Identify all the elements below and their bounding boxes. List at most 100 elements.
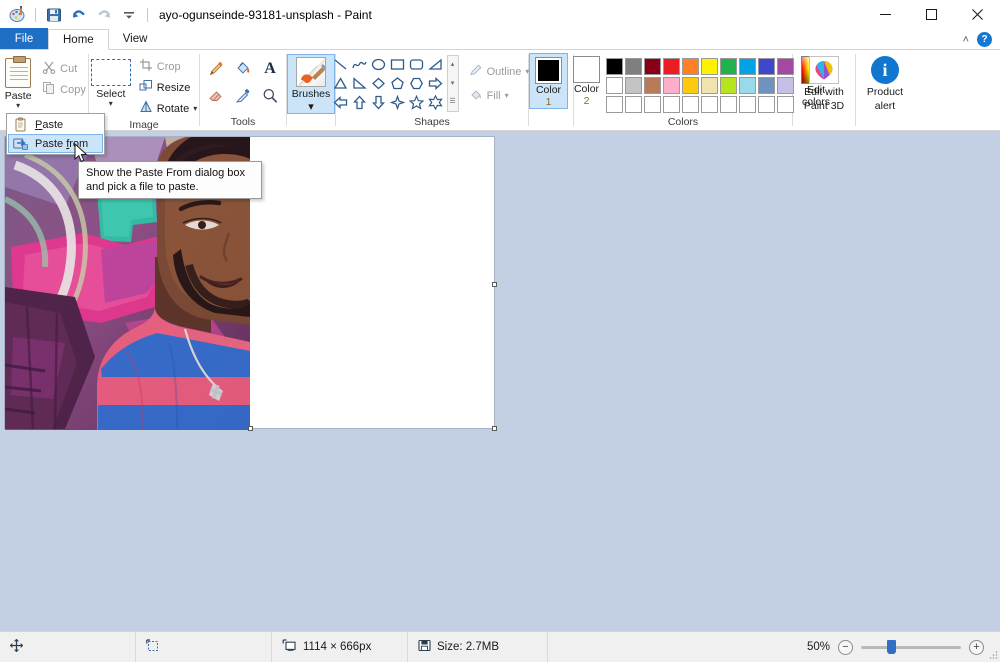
zoom-in-button[interactable]: + xyxy=(969,639,984,655)
scissors-icon xyxy=(42,60,56,77)
select-caret-icon[interactable]: ▾ xyxy=(109,100,113,108)
magnifier-tool-icon[interactable] xyxy=(257,83,283,109)
shape-line[interactable] xyxy=(331,55,350,74)
shape-right-arrow[interactable] xyxy=(426,74,445,93)
shape-diamond[interactable] xyxy=(369,74,388,93)
palette-swatch-1-4[interactable] xyxy=(662,57,681,76)
shapes-scroll-up-icon[interactable]: ▴ xyxy=(448,56,458,74)
brushes-button[interactable]: Brushes ▾ xyxy=(286,54,336,114)
shape-right-triangle[interactable] xyxy=(426,55,445,74)
resize-grip-icon[interactable] xyxy=(988,650,998,660)
shape-six-point-star[interactable] xyxy=(426,93,445,112)
shape-up-arrow[interactable] xyxy=(350,93,369,112)
fill-caret-icon[interactable]: ▾ xyxy=(505,91,509,100)
palette-swatch-1-1[interactable] xyxy=(605,57,624,76)
shapes-scrollbar[interactable]: ▴ ▾ ☰ xyxy=(446,55,459,112)
edit-with-paint3d-button[interactable]: Edit with Paint 3D xyxy=(800,53,848,113)
help-icon[interactable]: ? xyxy=(977,32,992,47)
brushes-caret-icon[interactable]: ▾ xyxy=(308,100,314,113)
shape-down-arrow[interactable] xyxy=(369,93,388,112)
pencil-tool-icon[interactable] xyxy=(203,56,229,82)
outline-button[interactable]: Outline ▾ xyxy=(465,61,534,82)
close-button[interactable] xyxy=(954,0,1000,29)
palette-swatch-1-2[interactable] xyxy=(624,57,643,76)
palette-swatch-3-7[interactable] xyxy=(719,95,738,114)
shape-triangle[interactable] xyxy=(331,74,350,93)
paste-caret-icon[interactable]: ▾ xyxy=(16,102,20,110)
canvas-resize-handle-right[interactable] xyxy=(492,282,497,287)
zoom-out-button[interactable]: − xyxy=(838,639,853,655)
palette-swatch-2-9[interactable] xyxy=(757,76,776,95)
palette-swatch-1-7[interactable] xyxy=(719,57,738,76)
eraser-tool-icon[interactable] xyxy=(203,83,229,109)
text-tool-icon[interactable]: A xyxy=(257,56,283,82)
copy-button[interactable]: Copy xyxy=(38,79,90,100)
menu-item-paste[interactable]: Paste xyxy=(8,115,103,134)
palette-swatch-3-5[interactable] xyxy=(681,95,700,114)
palette-swatch-3-9[interactable] xyxy=(757,95,776,114)
palette-swatch-2-4[interactable] xyxy=(662,76,681,95)
cut-button[interactable]: Cut xyxy=(38,58,90,79)
palette-swatch-1-8[interactable] xyxy=(738,57,757,76)
palette-swatch-3-2[interactable] xyxy=(624,95,643,114)
shape-four-point-star[interactable] xyxy=(388,93,407,112)
color-picker-tool-icon[interactable] xyxy=(230,83,256,109)
crop-button[interactable]: Crop xyxy=(135,56,201,77)
palette-swatch-2-6[interactable] xyxy=(700,76,719,95)
palette-swatch-2-2[interactable] xyxy=(624,76,643,95)
shape-pentagon[interactable] xyxy=(388,74,407,93)
shape-right-triangle-2[interactable] xyxy=(350,74,369,93)
minimize-button[interactable] xyxy=(862,0,908,29)
shape-rectangle[interactable] xyxy=(388,55,407,74)
tab-home[interactable]: Home xyxy=(48,29,109,50)
color2-button[interactable]: Color 2 xyxy=(568,53,605,107)
palette-swatch-3-1[interactable] xyxy=(605,95,624,114)
shape-oval[interactable] xyxy=(369,55,388,74)
rotate-button[interactable]: Rotate ▾ xyxy=(135,98,201,119)
shape-five-point-star[interactable] xyxy=(407,93,426,112)
customize-qat-icon[interactable] xyxy=(118,4,140,26)
palette-swatch-2-7[interactable] xyxy=(719,76,738,95)
ribbon-tab-strip: File Home View ˄ ? xyxy=(0,28,1000,50)
fill-with-color-tool-icon[interactable] xyxy=(230,56,256,82)
palette-swatch-3-6[interactable] xyxy=(700,95,719,114)
palette-swatch-3-8[interactable] xyxy=(738,95,757,114)
redo-icon[interactable] xyxy=(93,4,115,26)
palette-swatch-1-6[interactable] xyxy=(700,57,719,76)
maximize-button[interactable] xyxy=(908,0,954,29)
palette-swatch-1-9[interactable] xyxy=(757,57,776,76)
resize-button[interactable]: Resize xyxy=(135,77,201,98)
work-area[interactable] xyxy=(0,131,1000,631)
shape-rounded-rectangle[interactable] xyxy=(407,55,426,74)
palette-swatch-3-3[interactable] xyxy=(643,95,662,114)
palette-swatch-1-5[interactable] xyxy=(681,57,700,76)
palette-swatch-2-5[interactable] xyxy=(681,76,700,95)
select-button[interactable]: Select ▾ xyxy=(87,53,135,108)
shapes-scroll-more-icon[interactable]: ☰ xyxy=(448,93,458,111)
undo-icon[interactable] xyxy=(68,4,90,26)
zoom-slider-thumb[interactable] xyxy=(887,640,896,654)
product-alert-button[interactable]: i Product alert xyxy=(863,53,907,113)
tab-view[interactable]: View xyxy=(109,28,162,49)
product-alert-group-label xyxy=(861,116,909,130)
rotate-caret-icon[interactable]: ▾ xyxy=(193,104,197,113)
palette-swatch-1-3[interactable] xyxy=(643,57,662,76)
fill-button[interactable]: Fill ▾ xyxy=(465,85,534,106)
tab-file[interactable]: File xyxy=(0,28,48,49)
collapse-ribbon-icon[interactable]: ˄ xyxy=(963,34,969,46)
color1-button[interactable]: Color 1 xyxy=(529,53,568,109)
paste-button[interactable]: Paste ▾ xyxy=(0,53,38,110)
save-icon[interactable] xyxy=(43,4,65,26)
shape-left-arrow[interactable] xyxy=(331,93,350,112)
shape-hexagon[interactable] xyxy=(407,74,426,93)
shape-curve[interactable] xyxy=(350,55,369,74)
palette-swatch-2-1[interactable] xyxy=(605,76,624,95)
palette-swatch-3-4[interactable] xyxy=(662,95,681,114)
shapes-scroll-down-icon[interactable]: ▾ xyxy=(448,75,458,93)
palette-swatch-2-3[interactable] xyxy=(643,76,662,95)
canvas-resize-handle-bottom[interactable] xyxy=(248,426,253,431)
canvas-resize-handle-corner[interactable] xyxy=(492,426,497,431)
cut-label: Cut xyxy=(60,62,78,75)
palette-swatch-2-8[interactable] xyxy=(738,76,757,95)
zoom-slider[interactable] xyxy=(861,640,961,654)
